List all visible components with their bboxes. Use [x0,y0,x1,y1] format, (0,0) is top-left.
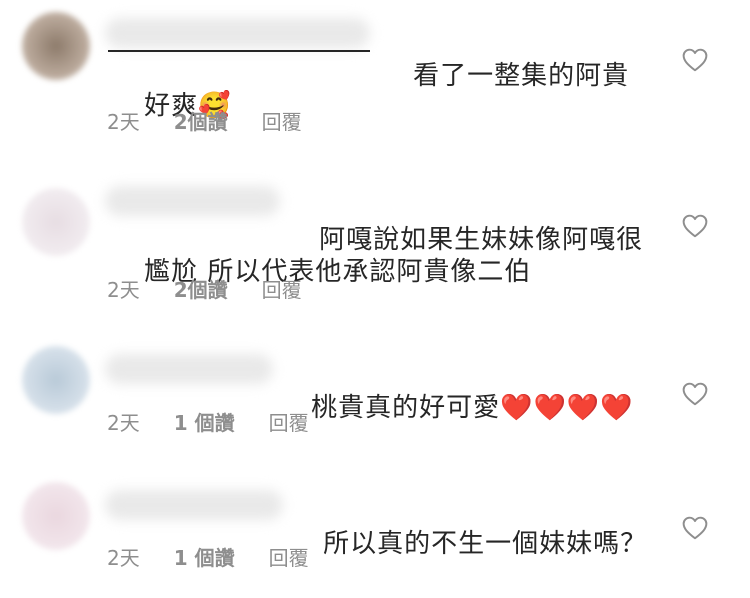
avatar[interactable] [22,346,90,414]
comment-likes-count[interactable]: 2個讚 [174,106,228,135]
comment-meta: 2天 1 個讚 回覆 [107,542,309,571]
comment-time: 2天 [107,411,140,435]
comment-likes-count[interactable]: 1 個讚 [174,407,235,436]
comment-time: 2天 [107,110,140,134]
comment-text: 尷尬 所以代表他承認阿貴像二伯 [107,218,531,326]
heart-outline-icon[interactable] [682,48,708,72]
comment-meta: 2天 1 個讚 回覆 [107,407,309,436]
username-blurred[interactable] [105,18,370,48]
comment-text-line1: 看了一整集的阿貴 [413,61,630,91]
comment-text: 看了一整集的阿貴 [376,22,629,130]
username-blurred[interactable] [105,186,280,216]
heart-outline-icon[interactable] [682,516,708,540]
heart-outline-icon[interactable] [682,214,708,238]
username-blurred[interactable] [105,354,273,384]
reply-button[interactable]: 回覆 [262,106,302,135]
comment-text: 所以真的不生一個妹妹嗎？ [286,490,647,598]
comment-time: 2天 [107,278,140,302]
avatar[interactable] [22,188,90,256]
avatar[interactable] [22,482,90,550]
comment-likes-count[interactable]: 1 個讚 [174,542,235,571]
avatar[interactable] [22,12,90,80]
username-blurred[interactable] [105,490,283,520]
comment-time: 2天 [107,546,140,570]
comment-text: 桃貴真的好可愛❤️❤️❤️❤️ [274,354,634,462]
comment-text-line1: 所以真的不生一個妹妹嗎？ [323,529,648,559]
comment-likes-count[interactable]: 2個讚 [174,274,228,303]
comment-meta: 2天 2個讚 回覆 [107,274,302,303]
reply-button[interactable]: 回覆 [269,407,309,436]
heart-outline-icon[interactable] [682,382,708,406]
comment-meta: 2天 2個讚 回覆 [107,106,302,135]
comment-text-line1: 桃貴真的好可愛 [311,393,501,423]
reply-button[interactable]: 回覆 [269,542,309,571]
red-heart-emojis: ❤️❤️❤️❤️ [500,393,634,423]
reply-button[interactable]: 回覆 [262,274,302,303]
